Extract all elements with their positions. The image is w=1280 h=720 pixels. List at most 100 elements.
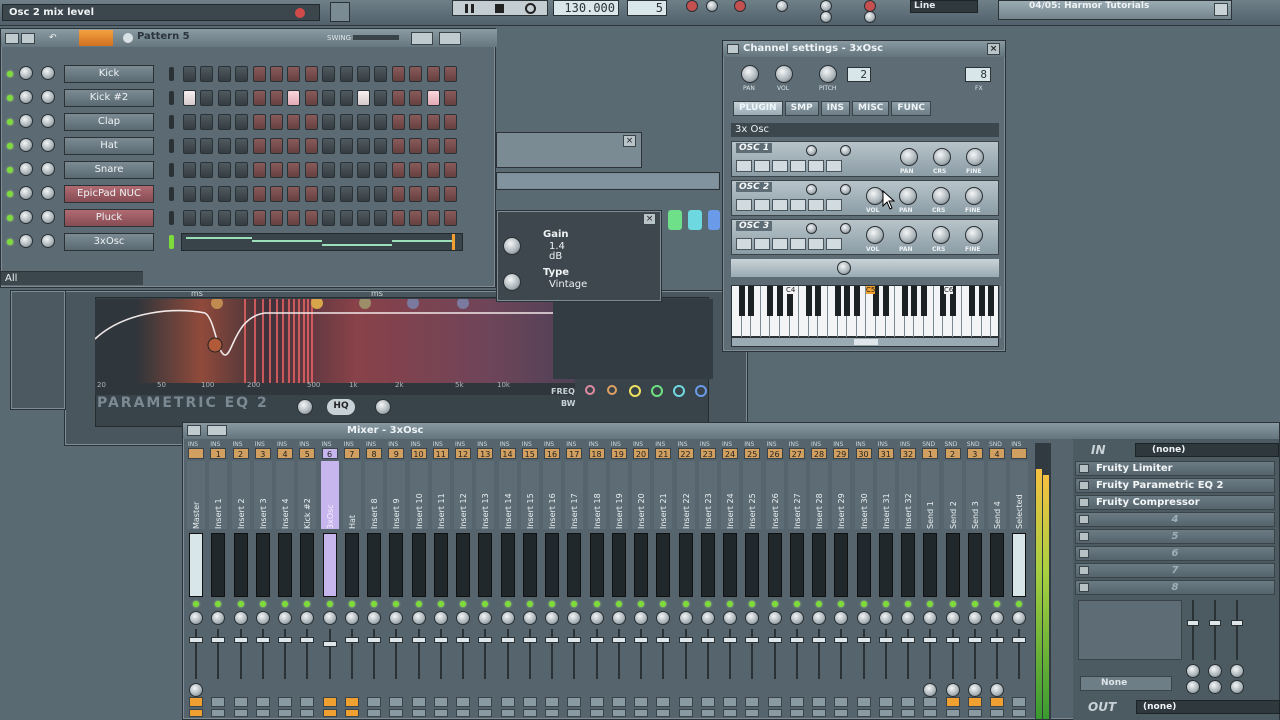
step-button[interactable] xyxy=(322,66,336,82)
route-button[interactable] xyxy=(678,709,693,717)
mixer-strip[interactable]: INS 30 Insert 30 xyxy=(853,441,875,720)
step-button[interactable] xyxy=(304,210,318,226)
step-button[interactable] xyxy=(391,114,405,130)
fader-handle[interactable] xyxy=(567,637,582,643)
route-button[interactable] xyxy=(478,709,493,717)
black-key[interactable] xyxy=(911,286,918,316)
track-led-icon[interactable] xyxy=(348,601,355,607)
mixer-strip[interactable]: INS Selected xyxy=(1008,441,1030,720)
track-pan-knob-icon[interactable] xyxy=(834,611,849,625)
track-led-icon[interactable] xyxy=(882,601,889,607)
osc-knob-icon[interactable] xyxy=(899,187,917,205)
osc-knob-icon[interactable] xyxy=(965,226,983,244)
fader-handle[interactable] xyxy=(255,637,270,643)
route-button[interactable] xyxy=(945,697,960,707)
step-button[interactable] xyxy=(409,114,423,130)
step-button[interactable] xyxy=(426,162,440,178)
step-button[interactable] xyxy=(287,186,301,202)
channel-pan-knob-icon[interactable] xyxy=(19,186,33,200)
route-button[interactable] xyxy=(656,697,671,707)
black-key[interactable] xyxy=(748,286,755,316)
step-button[interactable] xyxy=(183,66,196,82)
gain-knob-icon[interactable] xyxy=(503,237,521,255)
track-pan-knob-icon[interactable] xyxy=(678,611,693,625)
fader-handle[interactable] xyxy=(211,637,226,643)
mixer-strip[interactable]: INS 9 Insert 9 xyxy=(385,441,407,720)
track-led-icon[interactable] xyxy=(860,601,867,607)
black-key[interactable] xyxy=(978,286,985,316)
mixer-strip[interactable]: INS 28 Insert 28 xyxy=(808,441,830,720)
route-button[interactable] xyxy=(990,697,1004,707)
track-pan-knob-icon[interactable] xyxy=(967,611,982,625)
mixer-strip[interactable]: INS 26 Insert 26 xyxy=(764,441,786,720)
mixer-strip[interactable]: INS 8 Insert 8 xyxy=(363,441,385,720)
step-button[interactable] xyxy=(304,186,318,202)
fader-handle[interactable] xyxy=(745,637,760,643)
step-button[interactable] xyxy=(444,66,457,82)
fx-slot[interactable]: Fruity Compressor xyxy=(1075,495,1275,510)
track-pan-knob-icon[interactable] xyxy=(233,611,248,625)
fader-handle[interactable] xyxy=(723,637,737,643)
slot-menu-icon[interactable] xyxy=(1079,481,1089,490)
route-button[interactable] xyxy=(812,709,826,717)
channel-vol-knob-icon[interactable] xyxy=(41,66,55,80)
step-button[interactable] xyxy=(374,90,388,106)
record-icon[interactable] xyxy=(525,3,536,14)
route-button[interactable] xyxy=(433,697,448,707)
track-pan-knob-icon[interactable] xyxy=(878,611,893,625)
osc-knob-icon[interactable] xyxy=(900,148,918,166)
fader-handle[interactable] xyxy=(812,637,826,643)
mute-led-icon[interactable] xyxy=(7,95,13,101)
close-icon[interactable]: × xyxy=(623,135,636,147)
track-pan-knob-icon[interactable] xyxy=(990,611,1004,625)
waveform-button[interactable] xyxy=(772,160,788,172)
mute-led-icon[interactable] xyxy=(7,119,13,125)
fader-handle[interactable] xyxy=(300,637,315,643)
mixer-strip[interactable]: INS 11 Insert 11 xyxy=(430,441,452,720)
track-led-icon[interactable] xyxy=(193,601,199,607)
mixer-strip[interactable]: INS 27 Insert 27 xyxy=(786,441,808,720)
track-led-icon[interactable] xyxy=(615,601,622,607)
channel-pan-knob-icon[interactable] xyxy=(19,162,33,176)
route-button[interactable] xyxy=(856,697,871,707)
step-button[interactable] xyxy=(270,114,283,130)
channel-select-led[interactable] xyxy=(169,115,174,129)
step-button[interactable] xyxy=(235,66,249,82)
step-button[interactable] xyxy=(304,162,318,178)
slot-knob-icon[interactable] xyxy=(1230,680,1244,694)
channel-settings-titlebar[interactable]: Channel settings - 3xOsc × xyxy=(723,41,1005,57)
step-button[interactable] xyxy=(444,162,457,178)
track-led-icon[interactable] xyxy=(504,601,511,607)
track-pan-knob-icon[interactable] xyxy=(344,611,359,625)
route-button[interactable] xyxy=(456,697,470,707)
mute-led-icon[interactable] xyxy=(7,167,13,173)
track-led-icon[interactable] xyxy=(393,601,400,607)
fader-handle[interactable] xyxy=(634,637,648,643)
waveform-button[interactable] xyxy=(736,238,752,250)
fader-handle[interactable] xyxy=(901,637,915,643)
black-key[interactable] xyxy=(738,286,745,316)
track-pan-knob-icon[interactable] xyxy=(478,611,493,625)
track-led-icon[interactable] xyxy=(304,601,311,607)
black-key[interactable] xyxy=(988,286,995,316)
fader-handle[interactable] xyxy=(1012,637,1027,643)
step-button[interactable] xyxy=(357,210,370,226)
send-knob-icon[interactable] xyxy=(990,683,1004,697)
range-display[interactable]: 2 xyxy=(847,67,871,82)
slot-menu-icon[interactable] xyxy=(1079,515,1089,524)
pan-knob-icon[interactable] xyxy=(741,65,759,83)
step-button[interactable] xyxy=(339,162,353,178)
slot-fader-handle[interactable] xyxy=(1209,620,1221,626)
fader-handle[interactable] xyxy=(878,637,893,643)
step-button[interactable] xyxy=(252,186,266,202)
tab-plugin[interactable]: PLUGIN xyxy=(733,101,783,116)
channel-pan-knob-icon[interactable] xyxy=(19,234,33,248)
tempo-display[interactable]: 130.000 xyxy=(553,0,619,16)
step-button[interactable] xyxy=(183,138,196,154)
fx-slot[interactable]: Fruity Parametric EQ 2 xyxy=(1075,478,1275,493)
step-button[interactable] xyxy=(270,138,283,154)
graph-editor-icon[interactable] xyxy=(411,32,433,45)
mixer-strip[interactable]: INS 2 Insert 2 xyxy=(230,441,252,720)
fader-handle[interactable] xyxy=(389,637,404,643)
black-key[interactable] xyxy=(901,286,908,316)
